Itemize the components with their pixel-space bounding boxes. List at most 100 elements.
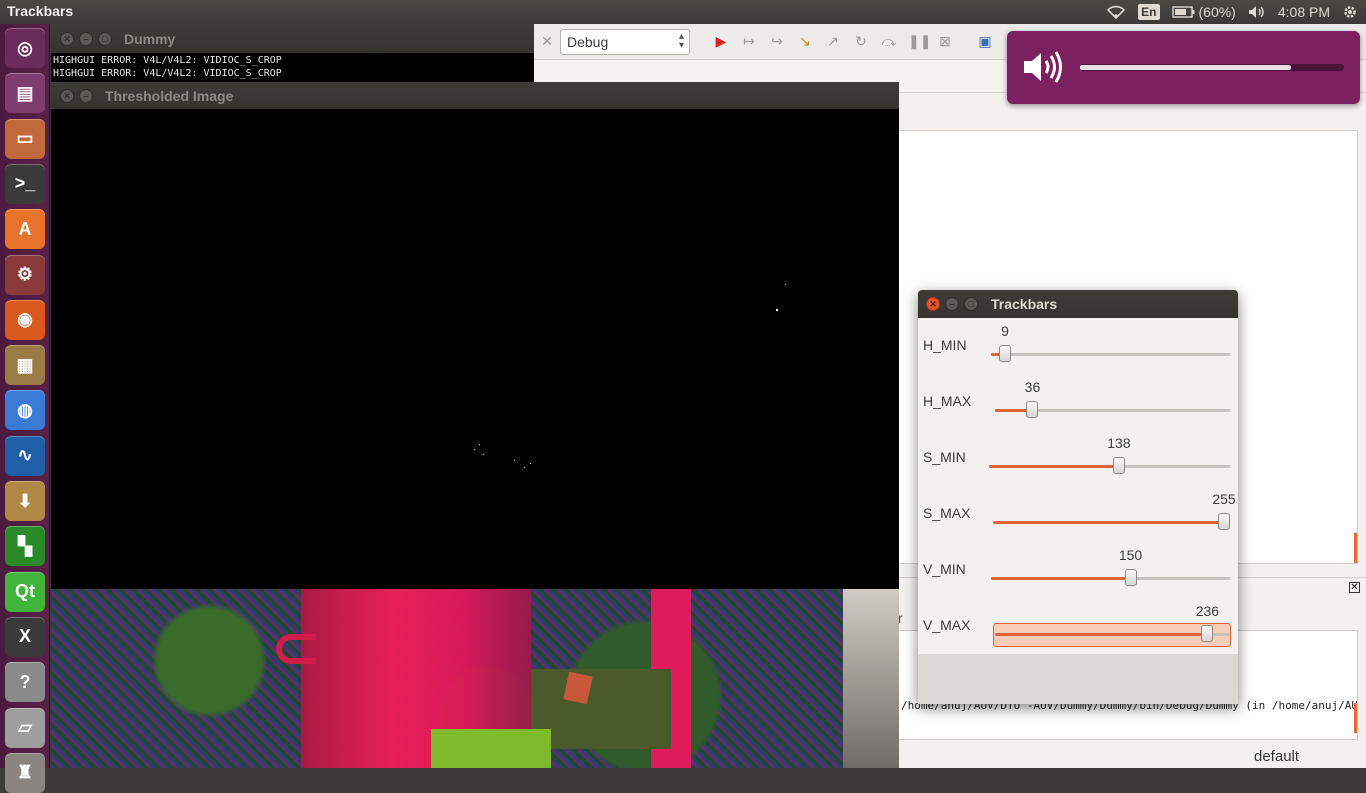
trackbars-footer xyxy=(918,654,1238,704)
trackbar-value: 150 xyxy=(1118,547,1143,563)
dummy-window: ✕ – □ Dummy HIGHGUI ERROR: V4L/V4L2: VID… xyxy=(51,25,534,85)
trackbar-label: S_MIN xyxy=(923,449,966,465)
trackbar-thumb[interactable] xyxy=(999,345,1011,362)
console-output: HIGHGUI ERROR: V4L/V4L2: VIDIOC_S_CROP HI… xyxy=(53,54,282,80)
camera-feed-edge xyxy=(843,589,899,768)
trackbar-track[interactable] xyxy=(991,345,1230,362)
keyboard-layout-indicator[interactable]: En xyxy=(1138,4,1160,20)
trackbar-fill xyxy=(995,633,1208,636)
run-to-cursor-icon[interactable]: ↦ xyxy=(740,32,758,50)
drive-icon[interactable]: ▱ xyxy=(5,707,45,748)
trackbar-track[interactable] xyxy=(991,569,1230,586)
trackbar-label: V_MIN xyxy=(923,561,966,577)
editor-scroll-marker xyxy=(1354,533,1357,563)
trackbar-value: 236 xyxy=(1195,603,1220,619)
trackbar-label: H_MAX xyxy=(923,393,972,409)
help-icon[interactable]: ? xyxy=(5,662,45,703)
step-instruction-icon[interactable]: ⤼ xyxy=(880,32,898,50)
qt-creator-icon[interactable]: Qt xyxy=(5,571,45,612)
trackbar-value: 9 xyxy=(1001,323,1009,339)
battery-indicator[interactable]: (60%) xyxy=(1171,4,1236,20)
ubuntu-dash-icon[interactable]: ◎ xyxy=(5,28,45,68)
next-instruction-icon[interactable]: ↻ xyxy=(852,32,870,50)
window-title: Trackbars xyxy=(991,296,1058,312)
software-center-icon[interactable]: A xyxy=(5,209,45,250)
session-gear-icon[interactable] xyxy=(1342,4,1358,20)
trackbar-thumb[interactable] xyxy=(1218,513,1230,530)
step-out-icon[interactable]: ↗ xyxy=(824,32,842,50)
trackbar-label: V_MAX xyxy=(923,617,971,633)
status-bar-encoding: default xyxy=(1254,748,1300,765)
trackbar-track[interactable] xyxy=(993,513,1230,530)
trackbar-track[interactable] xyxy=(995,625,1230,642)
debug-windows-icon[interactable]: ▣ xyxy=(976,32,994,50)
volume-icon[interactable] xyxy=(1248,5,1266,19)
trackbars-body: H_MIN 9 H_MAX 36 S_MIN 138 S_MAX 255 V_MIN 150 V_M… xyxy=(918,318,1238,654)
trackbar-label: S_MAX xyxy=(923,505,971,521)
volume-level-fill xyxy=(1080,65,1292,70)
volume-level-bar xyxy=(1080,64,1344,71)
trackbar-fill xyxy=(989,465,1119,468)
thresholded-titlebar[interactable]: ✕ – Thresholded Image xyxy=(51,82,899,110)
build-target-select[interactable]: Debug ▴ ▾ xyxy=(560,29,690,55)
trackbar-thumb[interactable] xyxy=(1112,457,1125,474)
maximize-icon[interactable]: □ xyxy=(98,32,112,46)
pause-icon[interactable]: ❚❚ xyxy=(908,32,931,50)
maximize-icon[interactable]: □ xyxy=(964,297,978,311)
files-icon[interactable]: ▭ xyxy=(5,118,45,159)
trackbar-value: 138 xyxy=(1107,435,1131,451)
step-into-icon[interactable]: ↘ xyxy=(796,32,814,50)
clock[interactable]: 4:08 PM xyxy=(1278,4,1330,20)
workspace-icon[interactable]: ▤ xyxy=(5,73,45,114)
battery-percent: (60%) xyxy=(1198,4,1236,20)
indicator-area: En (60%) 4:08 PM xyxy=(1106,0,1366,24)
white-pixel xyxy=(474,449,475,450)
system-settings-icon[interactable]: ⚙ xyxy=(5,254,45,295)
white-pixel xyxy=(524,467,525,468)
image-region xyxy=(531,669,671,749)
dummy-titlebar[interactable]: ✕ – □ Dummy xyxy=(51,25,534,53)
window-title: Dummy xyxy=(124,31,176,47)
firefox-icon[interactable]: ◉ xyxy=(5,299,45,340)
trackbars-titlebar[interactable]: ✕ – □ Trackbars xyxy=(918,290,1238,318)
trackbar-label: H_MIN xyxy=(923,337,967,353)
white-pixel xyxy=(785,284,786,285)
trackbar-v-max: V_MAX 236 xyxy=(918,598,1238,654)
minimize-icon[interactable]: – xyxy=(79,32,93,46)
stop-icon[interactable]: ⊠ xyxy=(936,32,954,50)
console-line: HIGHGUI ERROR: V4L/V4L2: VIDIOC_S_CROP xyxy=(53,68,282,79)
log-scroll-marker xyxy=(1354,703,1357,733)
unity-launcher: ◎ ▤ ▭ >_ A ⚙ ◉ ▦ ◍ ∿ ⬇ ▚ Qt X? ▱ ♜ xyxy=(0,24,50,793)
trackbar-thumb[interactable] xyxy=(1026,401,1039,418)
close-icon[interactable]: ✕ xyxy=(60,89,74,103)
battery-icon xyxy=(1171,6,1194,18)
package-installer-icon[interactable]: ⬇ xyxy=(5,481,45,521)
window-title: Thresholded Image xyxy=(105,88,234,104)
trackbar-fill xyxy=(991,577,1131,580)
minimize-icon[interactable]: – xyxy=(945,297,959,311)
trackbar-thumb[interactable] xyxy=(1201,625,1214,642)
top-panel: Trackbars En (60%) 4:08 PM xyxy=(0,0,1366,24)
trash-icon[interactable]: ♜ xyxy=(5,752,45,793)
close-panel-icon[interactable]: ✕ xyxy=(1349,582,1360,593)
image-region xyxy=(276,634,316,664)
trackbar-thumb[interactable] xyxy=(1124,569,1137,586)
trackbar-value: 36 xyxy=(1024,379,1041,395)
wifi-icon[interactable] xyxy=(1106,5,1126,19)
codeblocks-icon[interactable]: ▚ xyxy=(5,526,45,567)
terminal-icon[interactable]: >_ xyxy=(5,163,45,204)
trackbar-track[interactable] xyxy=(995,401,1230,418)
trackbar-v-min: V_MIN 150 xyxy=(918,542,1238,598)
trackbar-track[interactable] xyxy=(989,457,1230,474)
chromium-icon[interactable]: ◍ xyxy=(5,390,45,431)
close-icon[interactable]: ✕ xyxy=(60,32,74,46)
close-tab-icon[interactable]: ✕ xyxy=(538,32,556,50)
minimize-icon[interactable]: – xyxy=(79,89,93,103)
run-debug-icon[interactable]: ▶ xyxy=(712,32,730,50)
next-line-icon[interactable]: ↪ xyxy=(768,32,786,50)
close-icon[interactable]: ✕ xyxy=(926,297,940,311)
system-monitor-icon[interactable]: ∿ xyxy=(5,435,45,476)
trackbar-s-max: S_MAX 255 xyxy=(918,486,1238,542)
archive-manager-icon[interactable]: ▦ xyxy=(5,345,45,386)
xterm-icon[interactable]: X xyxy=(5,616,45,657)
